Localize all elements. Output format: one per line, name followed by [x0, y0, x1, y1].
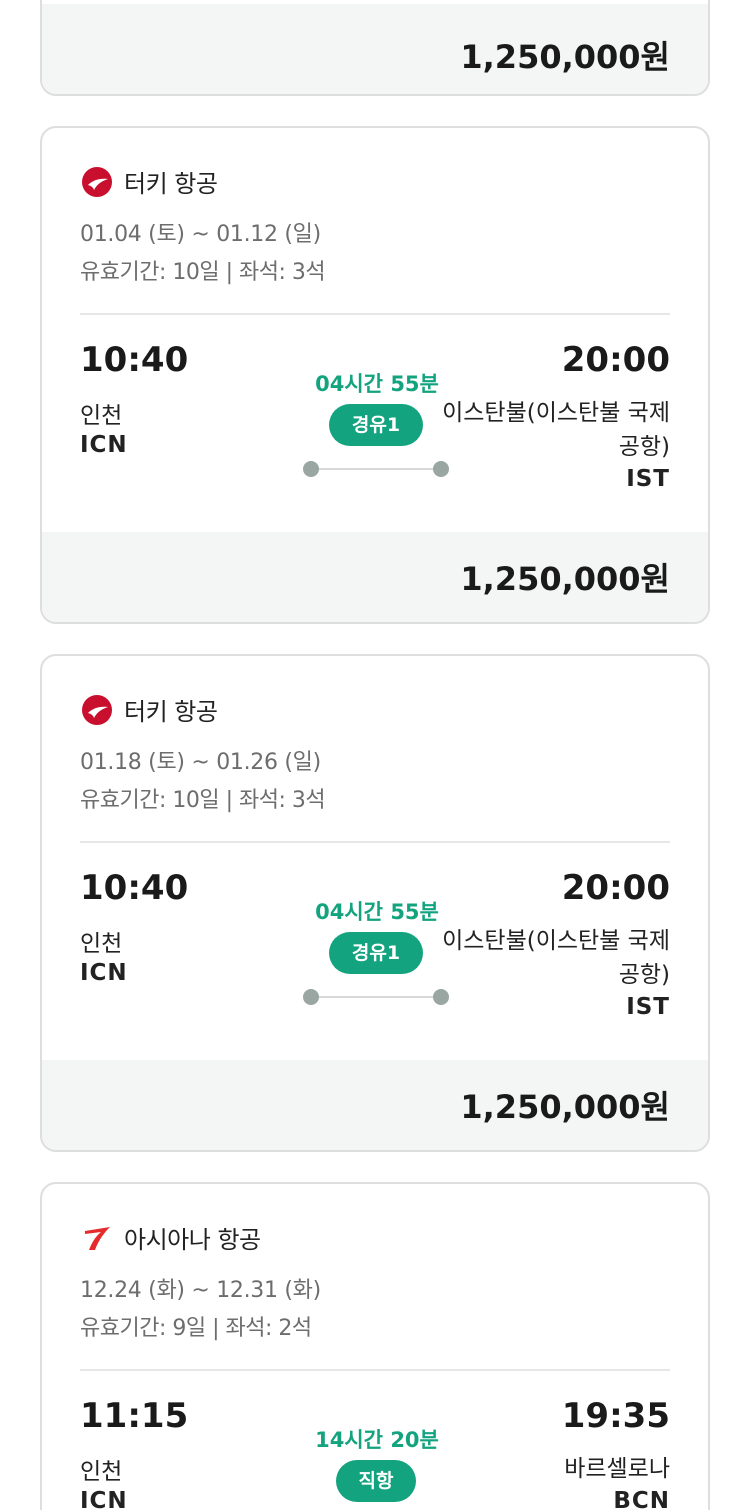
travel-dates: 12.24 (화) ~ 12.31 (화) [80, 1278, 321, 1303]
asiana-airlines-logo-icon [80, 1221, 114, 1255]
arrival-city: 바르셀로나 [564, 1456, 670, 1482]
arrival-city: 이스탄불(이스탄불 국제공항) [442, 400, 670, 460]
travel-dates: 01.04 (토) ~ 01.12 (일) [80, 222, 321, 247]
flight-card[interactable]: 아시아나 항공 12.24 (화) ~ 12.31 (화) 유효기간: 9일 |… [40, 1182, 710, 1510]
airline-row: 터키 항공 [80, 164, 218, 199]
route-line [303, 461, 449, 477]
travel-dates: 01.18 (토) ~ 01.26 (일) [80, 750, 321, 775]
airline-name: 터키 항공 [124, 170, 218, 198]
divider [80, 313, 670, 315]
arrival-code: IST [626, 466, 670, 492]
arrival-code: BCN [613, 1488, 670, 1510]
divider [80, 841, 670, 843]
departure-city: 인천 [80, 403, 123, 429]
departure-city: 인천 [80, 931, 123, 957]
departure-code: ICN [80, 960, 128, 986]
flight-card[interactable]: 1,250,000원 [40, 0, 710, 96]
divider [80, 1369, 670, 1371]
validity-seats: 유효기간: 10일 | 좌석: 3석 [80, 260, 326, 285]
arrival-code: IST [626, 994, 670, 1020]
arrival-city: 이스탄불(이스탄불 국제공항) [442, 928, 670, 988]
price: 1,250,000원 [460, 560, 670, 598]
flight-results-list: 1,250,000원 터키 항공 01.04 (토) ~ 01.12 (일) 유… [0, 0, 750, 1510]
validity-seats: 유효기간: 9일 | 좌석: 2석 [80, 1316, 312, 1341]
airline-name: 아시아나 항공 [124, 1226, 261, 1254]
price: 1,250,000원 [460, 38, 670, 76]
price-bar: 1,250,000원 [42, 532, 708, 622]
stops-badge: 직항 [336, 1460, 416, 1502]
validity-seats: 유효기간: 10일 | 좌석: 3석 [80, 788, 326, 813]
airline-row: 터키 항공 [80, 692, 218, 727]
departure-code: ICN [80, 1488, 128, 1510]
departure-code: ICN [80, 432, 128, 458]
price-bar: 1,250,000원 [42, 1060, 708, 1150]
airline-name: 터키 항공 [124, 698, 218, 726]
price: 1,250,000원 [460, 1088, 670, 1126]
flight-card[interactable]: 터키 항공 01.04 (토) ~ 01.12 (일) 유효기간: 10일 | … [40, 126, 710, 624]
stops-badge: 경유1 [329, 932, 423, 974]
arrival-time: 19:35 [561, 1396, 670, 1436]
arrival-time: 20:00 [561, 340, 670, 380]
departure-city: 인천 [80, 1459, 123, 1485]
turkish-airlines-logo-icon [80, 693, 114, 727]
airline-row: 아시아나 항공 [80, 1220, 261, 1255]
flight-card[interactable]: 터키 항공 01.18 (토) ~ 01.26 (일) 유효기간: 10일 | … [40, 654, 710, 1152]
origin-dot [303, 461, 319, 477]
price-bar: 1,250,000원 [42, 4, 708, 94]
route-line [303, 989, 449, 1005]
origin-dot [303, 989, 319, 1005]
turkish-airlines-logo-icon [80, 165, 114, 199]
arrival-time: 20:00 [561, 868, 670, 908]
stops-badge: 경유1 [329, 404, 423, 446]
